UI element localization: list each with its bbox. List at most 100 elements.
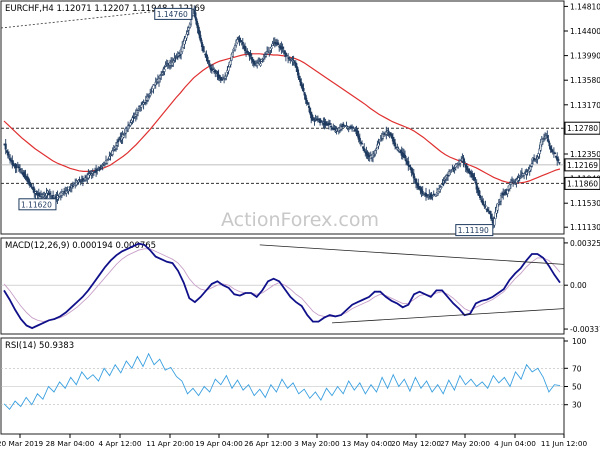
candle-body <box>109 154 112 157</box>
candle-body <box>352 127 355 129</box>
candle-body <box>553 152 557 155</box>
x-tick-label: 19 Apr 04:00 <box>195 439 243 448</box>
x-tick-label: 4 Jun 04:00 <box>494 439 536 448</box>
candle-body <box>84 177 87 181</box>
candle-body <box>178 54 182 56</box>
candle-body <box>546 135 549 139</box>
candle-body <box>387 130 390 133</box>
candle-body <box>277 42 280 45</box>
candle-body <box>397 148 400 151</box>
candle-body <box>363 148 366 152</box>
candle-body <box>517 177 520 181</box>
candle-body <box>526 171 529 174</box>
candle-body <box>202 45 205 52</box>
candle-body <box>122 135 125 138</box>
candle-body <box>198 31 201 39</box>
candle-body <box>4 143 7 150</box>
x-tick-label: 26 Apr 12:00 <box>244 439 292 448</box>
candle-body <box>225 74 228 77</box>
candle-body <box>67 189 70 192</box>
candle-body <box>29 183 33 187</box>
rsi-ytick-label: 50 <box>572 383 582 392</box>
candle-body <box>296 69 300 76</box>
candle-body <box>307 105 311 108</box>
candle-body <box>259 63 262 66</box>
candle-body <box>57 197 60 199</box>
candle-body <box>108 156 111 160</box>
candle-body <box>161 72 164 75</box>
candle-body <box>111 150 114 155</box>
candle-body <box>366 153 369 156</box>
candle-body <box>313 120 316 122</box>
candle-body <box>249 54 252 56</box>
level-label: 1.12780 <box>567 124 598 133</box>
candle-body <box>281 46 284 49</box>
candle-body <box>159 75 162 79</box>
candle-body <box>490 213 493 219</box>
candle-body <box>497 202 500 205</box>
candle-body <box>412 173 415 179</box>
watermark: ActionForex.com <box>221 209 379 231</box>
candle-body <box>474 181 477 184</box>
candle-body <box>144 100 147 103</box>
chart-svg: EURCHF,H4 1.12071 1.12207 1.11948 1.1216… <box>0 0 600 450</box>
candle-body <box>208 63 211 67</box>
candle-body <box>136 110 140 114</box>
candle-body <box>7 156 11 158</box>
candle-body <box>477 190 480 196</box>
candle-body <box>550 148 553 153</box>
candle-body <box>359 141 362 144</box>
candle-body <box>236 39 239 44</box>
candle-body <box>100 167 103 169</box>
candle-body <box>241 41 244 45</box>
candle-body <box>234 45 237 51</box>
candle-body <box>98 169 101 171</box>
candle-body <box>239 40 242 42</box>
candle-body <box>394 142 397 147</box>
candle-body <box>212 68 215 71</box>
price-ytick-label: 1.11530 <box>570 199 600 208</box>
candle-body <box>530 163 533 167</box>
candle-body <box>501 196 504 198</box>
candle-body <box>541 139 544 142</box>
current-price-label: 1.12169 <box>567 161 598 170</box>
rsi-ytick-label: 30 <box>572 401 582 410</box>
candle-body <box>508 184 511 190</box>
level-label: 1.11860 <box>567 179 598 188</box>
candle-body <box>16 165 19 168</box>
x-tick-label: 13 May 04:00 <box>342 439 392 448</box>
candle-body <box>116 142 119 146</box>
candle-body <box>536 157 539 160</box>
candle-body <box>194 12 197 19</box>
x-tick-label: 11 Jun 12:00 <box>541 439 588 448</box>
candle-body <box>382 134 386 137</box>
price-ytick-label: 1.12350 <box>570 150 600 159</box>
candle-body <box>132 117 135 119</box>
candle-body <box>188 23 191 29</box>
candle-body <box>520 172 523 174</box>
price-ytick-label: 1.13990 <box>570 52 600 61</box>
candle-body <box>342 123 345 126</box>
candle-body <box>45 193 48 196</box>
candle-body <box>443 178 446 181</box>
candle-body <box>246 50 249 53</box>
candle-body <box>227 66 230 72</box>
candle-body <box>140 104 143 108</box>
candle-body <box>488 210 491 214</box>
candle-body <box>302 87 305 92</box>
candle-body <box>299 78 302 83</box>
candle-body <box>432 193 435 196</box>
candle-body <box>333 128 336 130</box>
candle-body <box>163 68 166 72</box>
candle-body <box>35 193 38 195</box>
macd-ytick-label: 0.00 <box>570 281 587 290</box>
candle-body <box>519 174 522 176</box>
candle-body <box>186 31 189 35</box>
candle-body <box>148 96 151 98</box>
candle-body <box>114 145 118 149</box>
candle-body <box>442 180 445 183</box>
candle-body <box>150 91 153 94</box>
candle-body <box>555 155 558 158</box>
candle-body <box>82 179 86 182</box>
candle-body <box>164 64 167 67</box>
